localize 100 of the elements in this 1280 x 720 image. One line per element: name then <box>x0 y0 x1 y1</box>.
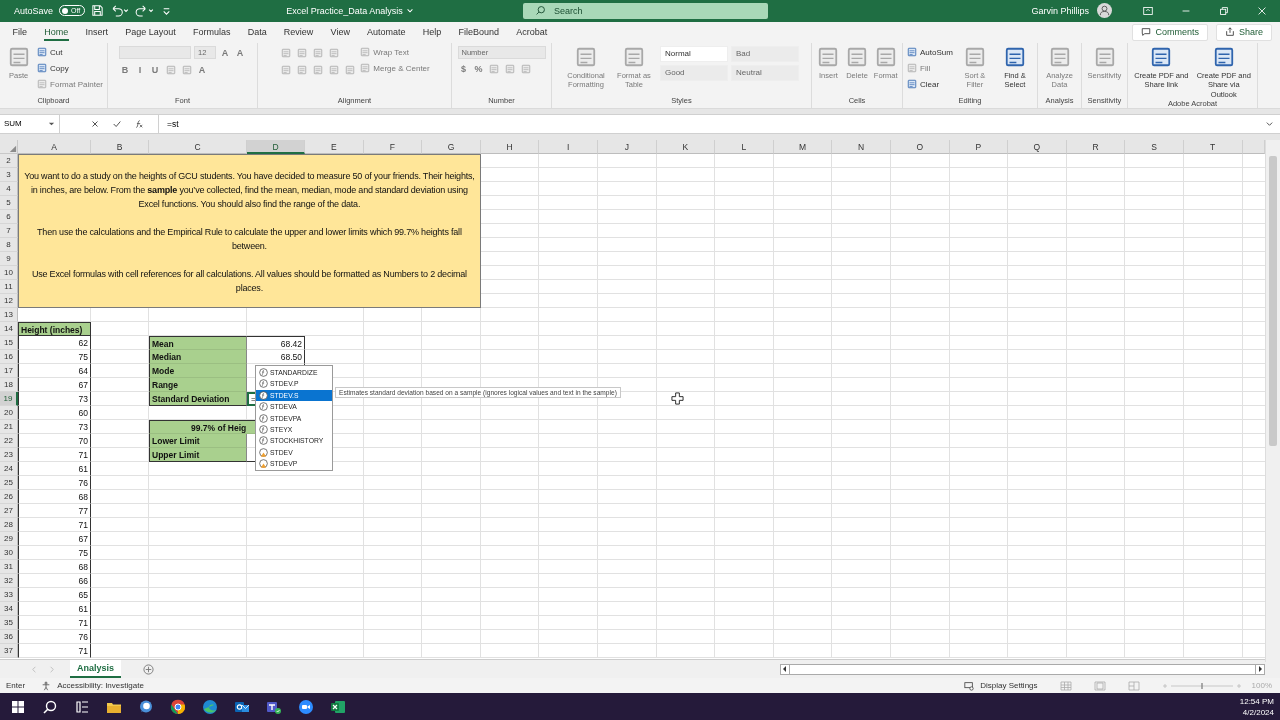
column-header[interactable]: N <box>832 139 891 154</box>
column-header[interactable]: O <box>890 139 950 154</box>
name-box[interactable]: SUM <box>0 114 60 133</box>
column-header[interactable]: C <box>149 139 247 154</box>
command-icon <box>165 64 176 75</box>
scroll-left-icon[interactable] <box>781 665 789 674</box>
display-settings[interactable]: Display Settings <box>980 681 1038 691</box>
menu-tab[interactable]: Review <box>275 21 322 43</box>
menu-tab[interactable]: Help <box>414 21 450 43</box>
function-icon <box>259 425 268 435</box>
ribbon-button[interactable]: Clear <box>907 77 953 91</box>
add-sheet-icon[interactable] <box>143 663 155 675</box>
restore-icon[interactable] <box>1218 4 1230 17</box>
menu-tab[interactable]: FileBound <box>449 21 508 43</box>
chat-icon[interactable] <box>138 698 154 715</box>
spreadsheet-app-icon[interactable] <box>330 698 346 715</box>
menu-tab[interactable]: Formulas <box>184 21 240 43</box>
menu-tab[interactable]: Home <box>35 21 77 43</box>
menu-tab[interactable]: Page Layout <box>116 21 185 43</box>
accessibility-icon[interactable] <box>41 680 52 691</box>
command-icon <box>296 47 307 58</box>
search-icon[interactable] <box>42 698 58 715</box>
command-icon <box>521 63 531 74</box>
command-icon <box>907 63 917 74</box>
command-icon <box>1093 45 1116 68</box>
column-header[interactable]: B <box>91 139 149 154</box>
video-app-icon[interactable] <box>298 698 314 715</box>
function-icon <box>259 390 268 400</box>
browser-icon[interactable] <box>202 698 218 715</box>
menu-tab[interactable]: File <box>4 21 36 43</box>
command-icon <box>344 64 355 75</box>
column-header[interactable]: M <box>773 139 833 154</box>
column-header[interactable]: R <box>1066 139 1126 154</box>
column-header[interactable]: L <box>715 139 774 154</box>
comment-icon <box>1141 27 1152 38</box>
command-icon <box>1003 45 1026 68</box>
select-all-icon[interactable] <box>0 139 18 154</box>
search-field[interactable]: Search <box>523 2 768 19</box>
label-cell: Mean <box>149 335 247 350</box>
browser-icon[interactable] <box>170 698 186 715</box>
instruction-text: You want to do a study on the heights of GCU students. You have decided to measure 50 of your friends. Their heights, in inches, are below. From the sample you’ve collected, find the mean, median, mode and standard deviation using Excel functions. You should also find the range of the data. <box>23 169 476 211</box>
redo-icon[interactable] <box>135 4 155 18</box>
column-header[interactable]: J <box>597 139 657 154</box>
menu-tab[interactable]: Automate <box>358 21 415 43</box>
cell-style-option[interactable]: Normal <box>660 45 728 62</box>
column-header[interactable]: I <box>539 139 598 154</box>
zoom-slider[interactable] <box>1161 680 1242 691</box>
ribbon-button[interactable]: Cut <box>37 45 103 59</box>
sheet-tab[interactable]: Analysis <box>70 660 122 679</box>
share-icon <box>1224 27 1235 38</box>
column-header[interactable]: T <box>1183 139 1243 154</box>
command-icon <box>360 63 371 74</box>
cancel-icon[interactable] <box>90 118 100 129</box>
avatar-icon[interactable] <box>1097 3 1112 19</box>
command-icon <box>963 45 986 68</box>
display-icon[interactable] <box>964 680 975 691</box>
expand-icon[interactable] <box>1265 119 1274 129</box>
command-icon <box>360 47 371 58</box>
column-header[interactable]: P <box>949 139 1009 154</box>
menu-tab[interactable]: Data <box>239 21 276 43</box>
scroll-right-icon[interactable] <box>1256 665 1264 674</box>
menu-tab[interactable]: Insert <box>76 21 117 43</box>
undo-icon[interactable] <box>110 4 130 18</box>
formula-field[interactable]: =st <box>159 118 1265 129</box>
insert-function-icon[interactable] <box>134 118 144 129</box>
accessibility-status[interactable]: Accessibility: Investigate <box>57 681 144 691</box>
command-icon <box>312 64 323 75</box>
column-header[interactable]: Q <box>1008 139 1067 154</box>
comments-button[interactable]: Comments <box>1132 23 1208 41</box>
function-icon <box>259 413 268 423</box>
column-header[interactable]: F <box>363 139 423 154</box>
instruction-text: Use Excel formulas with cell references for all calculations. All values should be formatted as Numbers to 2 decimal places. <box>30 267 468 295</box>
share-button[interactable]: Share <box>1215 23 1272 41</box>
ribbon-button[interactable]: Copy <box>37 61 103 75</box>
command-icon <box>846 45 868 68</box>
vertical-scrollbar[interactable] <box>1265 139 1280 662</box>
command-icon <box>1150 45 1173 68</box>
ribbon-button[interactable]: AutoSum <box>907 45 953 59</box>
column-header[interactable]: H <box>480 139 540 154</box>
check-icon[interactable] <box>112 118 122 129</box>
ribbon-display-icon[interactable] <box>1142 4 1154 17</box>
column-header[interactable]: G <box>422 139 481 154</box>
column-header[interactable]: K <box>656 139 716 154</box>
normal-view-icon[interactable] <box>1059 680 1072 691</box>
column-header[interactable]: D <box>247 139 305 154</box>
cell-cursor-icon <box>671 391 684 405</box>
command-icon <box>296 64 307 75</box>
save-icon[interactable] <box>91 4 105 18</box>
spreadsheet-cell: 68.42 <box>247 335 305 350</box>
menu-tab[interactable]: View <box>321 21 359 43</box>
task-view-icon[interactable] <box>74 698 90 715</box>
chevron-icon[interactable] <box>405 6 414 15</box>
column-header[interactable]: E <box>305 139 364 154</box>
clock-date[interactable]: 4/2/2024 <box>1242 706 1274 718</box>
menu-tab[interactable]: Acrobat <box>507 21 556 43</box>
clock-time[interactable]: 12:54 PM <box>1239 695 1274 707</box>
start-icon[interactable] <box>10 698 26 715</box>
column-header[interactable]: S <box>1125 139 1184 154</box>
horizontal-scrollbar[interactable] <box>780 663 1265 675</box>
column-header[interactable]: A <box>18 139 91 154</box>
